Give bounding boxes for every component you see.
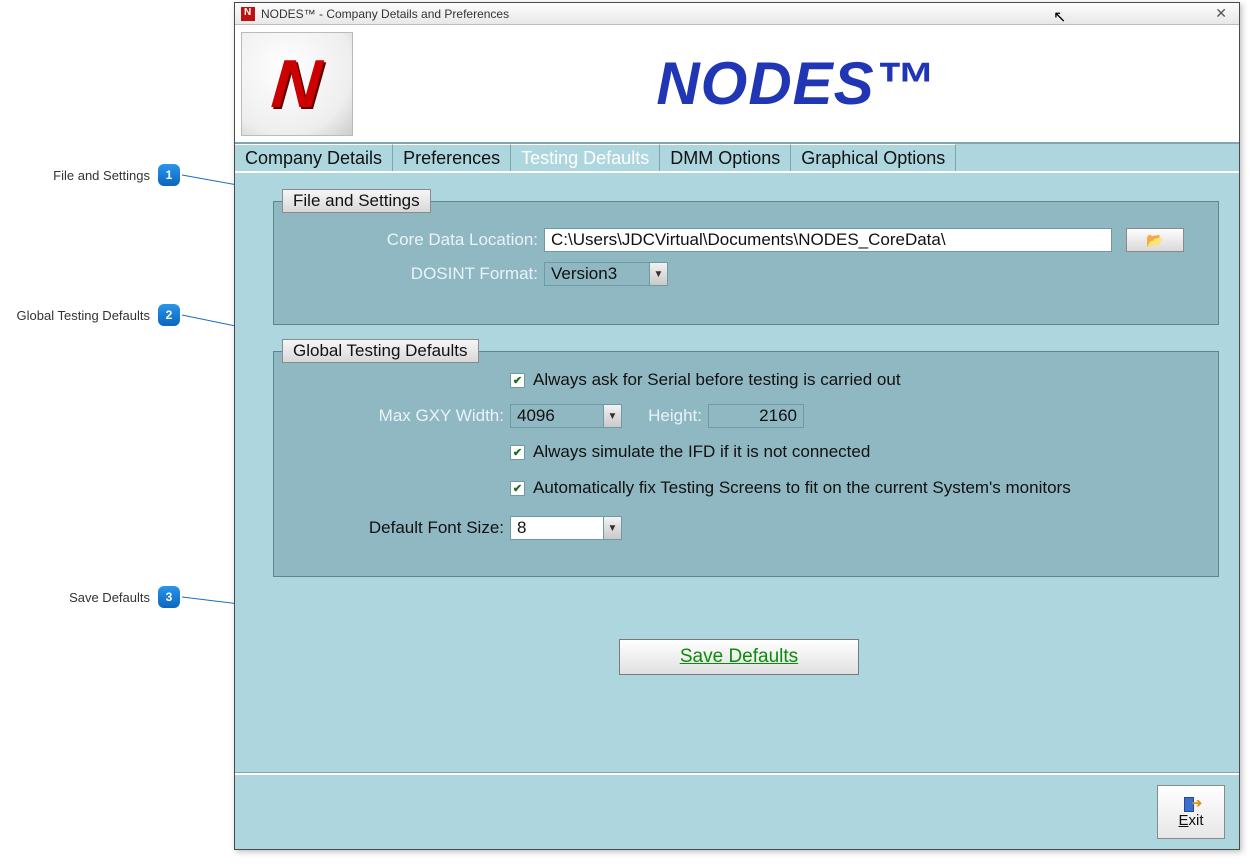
label-dosint-format: DOSINT Format: — [314, 264, 544, 284]
checkbox-ask-serial[interactable]: ✔ — [510, 373, 525, 388]
combo-dosint-value: Version3 — [545, 264, 649, 284]
app-icon — [241, 7, 255, 21]
tab-company-details[interactable]: Company Details — [235, 144, 393, 171]
window-title: NODES™ - Company Details and Preferences — [261, 7, 509, 21]
callout-label-2: Global Testing Defaults — [10, 308, 150, 323]
legend-global-testing-defaults: Global Testing Defaults — [282, 339, 479, 363]
tab-preferences[interactable]: Preferences — [393, 144, 511, 171]
label-height: Height: — [622, 406, 708, 426]
label-ask-serial: Always ask for Serial before testing is … — [533, 370, 901, 390]
save-defaults-button[interactable]: Save Defaults — [619, 639, 859, 675]
combo-default-font-size[interactable]: 8 ▼ — [510, 516, 622, 540]
combo-max-gxy-value: 4096 — [511, 406, 603, 426]
label-max-gxy-width: Max GXY Width: — [354, 406, 510, 426]
titlebar[interactable]: NODES™ - Company Details and Preferences… — [235, 3, 1239, 25]
nodes-logo-icon: N — [241, 32, 353, 136]
chevron-down-icon[interactable]: ▼ — [603, 517, 621, 539]
group-file-and-settings: File and Settings Core Data Location: C:… — [273, 201, 1219, 325]
callout-badge-1: 1 — [158, 164, 180, 186]
combo-font-size-value: 8 — [511, 518, 603, 538]
tab-strip: Company Details Preferences Testing Defa… — [235, 143, 1239, 171]
chevron-down-icon[interactable]: ▼ — [603, 405, 621, 427]
input-height[interactable]: 2160 — [708, 404, 804, 428]
combo-max-gxy-width[interactable]: 4096 ▼ — [510, 404, 622, 428]
callout-label-3: Save Defaults — [10, 590, 150, 605]
exit-button[interactable]: Exit — [1157, 785, 1225, 839]
label-auto-fix: Automatically fix Testing Screens to fit… — [533, 478, 1071, 498]
footer: Exit — [235, 773, 1239, 849]
checkbox-simulate-ifd[interactable]: ✔ — [510, 445, 525, 460]
label-default-font-size: Default Font Size: — [360, 518, 510, 538]
chevron-down-icon[interactable]: ▼ — [649, 263, 667, 285]
exit-icon — [1182, 796, 1200, 812]
checkbox-auto-fix[interactable]: ✔ — [510, 481, 525, 496]
callout-badge-2: 2 — [158, 304, 180, 326]
tab-dmm-options[interactable]: DMM Options — [660, 144, 791, 171]
tab-graphical-options[interactable]: Graphical Options — [791, 144, 956, 171]
folder-open-icon: 📂 — [1146, 232, 1163, 249]
legend-file-and-settings: File and Settings — [282, 189, 431, 213]
tab-testing-defaults[interactable]: Testing Defaults — [511, 144, 660, 171]
callout-label-1: File and Settings — [10, 168, 150, 183]
app-window: NODES™ - Company Details and Preferences… — [234, 2, 1240, 850]
label-core-data-location: Core Data Location: — [314, 230, 544, 250]
group-global-testing-defaults: Global Testing Defaults ✔ Always ask for… — [273, 351, 1219, 577]
combo-dosint-format[interactable]: Version3 ▼ — [544, 262, 668, 286]
banner: N NODES™ — [235, 25, 1239, 143]
label-simulate-ifd: Always simulate the IFD if it is not con… — [533, 442, 870, 462]
browse-button[interactable]: 📂 — [1126, 228, 1184, 252]
workarea: File and Settings Core Data Location: C:… — [235, 171, 1239, 773]
brand-title: NODES™ — [656, 49, 935, 118]
input-core-data-location[interactable]: C:\Users\JDCVirtual\Documents\NODES_Core… — [544, 228, 1112, 252]
save-defaults-label: Save Defaults — [680, 646, 798, 668]
close-button[interactable]: ✕ — [1209, 5, 1233, 22]
callout-badge-3: 3 — [158, 586, 180, 608]
